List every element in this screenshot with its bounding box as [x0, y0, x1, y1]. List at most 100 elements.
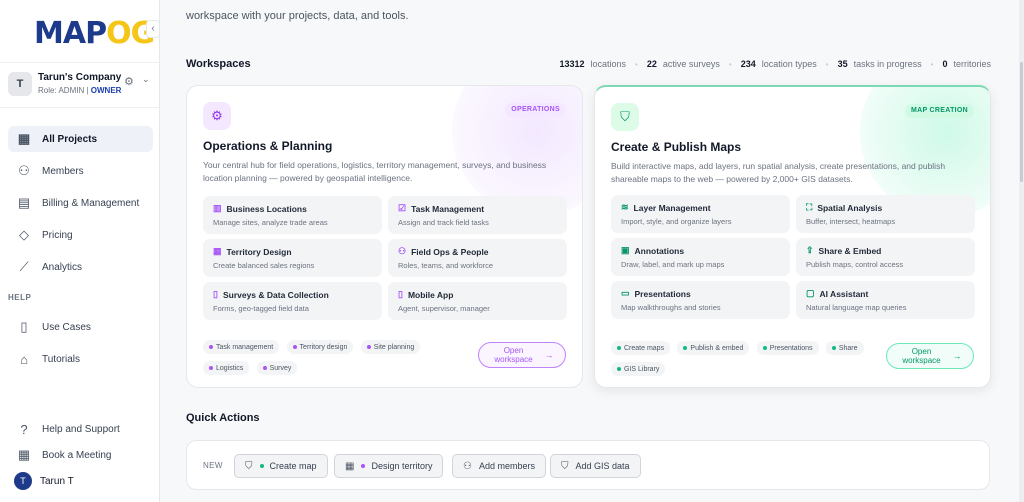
tag: Site planning	[360, 340, 421, 354]
feature-layer-management[interactable]: ≋ Layer Management Import, style, and org…	[611, 195, 790, 233]
workspace-description: Build interactive maps, add layers, run …	[611, 161, 946, 184]
workspace-title: Operations & Planning	[203, 139, 333, 153]
tag-dot	[292, 345, 297, 349]
feature-subtitle: Assign and track field tasks	[398, 218, 489, 227]
feature-ai-assistant[interactable]: ▢ AI Assistant Natural language map queri…	[796, 281, 975, 319]
logo[interactable]: MAPOG	[34, 16, 155, 51]
tag-label: GIS Library	[624, 365, 660, 373]
tag: Survey	[256, 361, 298, 375]
stat-separator: •	[825, 59, 829, 69]
sidebar-item-all-projects[interactable]: ▦ All Projects	[8, 126, 153, 152]
stat-territories: 0 territories	[942, 59, 991, 69]
feature-mobile-app[interactable]: ▯ Mobile App Agent, supervisor, manager	[388, 282, 567, 320]
workspace-tags: Task management Territory design Site pl…	[203, 338, 473, 380]
book-icon: ▯	[20, 319, 28, 334]
feature-field-ops[interactable]: ⚇ Field Ops & People Roles, teams, and wo…	[388, 239, 567, 277]
stat-separator: •	[728, 59, 732, 69]
share-icon: ⇪	[806, 245, 814, 255]
tag-dot	[762, 346, 767, 350]
feature-annotations[interactable]: ▣ Annotations Draw, label, and mark up ma…	[611, 238, 790, 276]
workspace-title: Create & Publish Maps	[611, 140, 742, 154]
feature-surveys[interactable]: ▯ Surveys & Data Collection Forms, geo-ta…	[203, 282, 382, 320]
sidebar-item-members[interactable]: ⚇ Members	[8, 158, 153, 184]
feature-title: Field Ops & People	[411, 246, 489, 257]
map-icon: ⛉	[245, 460, 253, 472]
feature-subtitle: Forms, geo-tagged field data	[213, 304, 309, 313]
feature-title: Presentations	[634, 288, 691, 299]
sidebar-item-pricing[interactable]: ◇ Pricing	[8, 222, 153, 248]
tag-dot	[262, 366, 267, 370]
sidebar-item-label: Billing & Management	[42, 197, 140, 209]
sidebar-item-help-support[interactable]: ? Help and Support	[8, 416, 153, 442]
workspaces-heading: Workspaces	[186, 58, 251, 70]
clipboard-icon: ▯	[213, 289, 218, 299]
feature-presentations[interactable]: ▭ Presentations Map walkthroughs and stor…	[611, 281, 790, 319]
company-name: Tarun's Company	[38, 72, 122, 83]
open-workspace-button[interactable]: Open workspace →	[886, 343, 974, 369]
company-switcher[interactable]: T Tarun's Company Role: ADMIN | OWNER ⚙ …	[0, 62, 160, 108]
sidebar-item-analytics[interactable]: ⟋ Analytics	[8, 254, 153, 280]
stat-label: locations	[590, 59, 627, 69]
arrow-right-icon: →	[952, 350, 962, 361]
scrollbar[interactable]	[1019, 0, 1024, 502]
feature-title: Layer Management	[633, 202, 711, 213]
scrollbar-thumb[interactable]	[1020, 62, 1023, 182]
user-profile[interactable]: T Tarun T	[14, 472, 74, 490]
logo-main: MAP	[34, 16, 107, 51]
button-label: Open workspace	[902, 347, 941, 365]
workspace-badge: MAP CREATION	[904, 104, 974, 118]
tag-label: Task management	[216, 343, 274, 351]
tag-icon: ◇	[19, 227, 29, 242]
feature-share-embed[interactable]: ⇪ Share & Embed Publish maps, control acc…	[796, 238, 975, 276]
feature-spatial-analysis[interactable]: ⛶ Spatial Analysis Buffer, intersect, hea…	[796, 195, 975, 233]
tag-dot	[617, 346, 621, 350]
sidebar-item-label: Help and Support	[42, 423, 120, 435]
create-map-button[interactable]: ⛉ Create map	[234, 454, 328, 478]
sidebar-item-book-meeting[interactable]: ▦ Book a Meeting	[8, 442, 153, 468]
tag-label: Site planning	[373, 343, 415, 351]
button-label: Add GIS data	[575, 461, 630, 471]
feature-task-management[interactable]: ☑ Task Management Assign and track field …	[388, 196, 567, 234]
calendar-icon: ▦	[17, 447, 31, 462]
user-name: Tarun T	[40, 475, 74, 487]
grid-icon: ▦	[345, 460, 355, 472]
workspace-card-map-creation[interactable]: ⛉ MAP CREATION Create & Publish Maps Bui…	[594, 85, 991, 388]
feature-subtitle: Draw, label, and mark up maps	[621, 260, 725, 269]
feature-subtitle: Map walkthroughs and stories	[621, 303, 721, 312]
invoice-icon: ▤	[17, 195, 31, 210]
stat-active-surveys: 22 active surveys	[647, 59, 720, 69]
collapse-sidebar-button[interactable]: ‹	[146, 20, 160, 38]
tag: Publish & embed	[677, 341, 750, 355]
monitor-icon: ▭	[621, 288, 630, 298]
workspace-card-operations[interactable]: ⚙ OPERATIONS Operations & Planning Your …	[186, 85, 583, 388]
chevron-down-icon[interactable]: ⌄	[142, 74, 150, 85]
feature-subtitle: Manage sites, analyze trade areas	[213, 218, 328, 227]
button-label: Create map	[269, 461, 317, 471]
stat-tasks-in-progress: 35 tasks in progress	[838, 59, 922, 69]
sidebar-item-billing[interactable]: ▤ Billing & Management	[8, 190, 153, 216]
stat-value: 13312	[559, 59, 585, 69]
feature-business-locations[interactable]: ▥ Business Locations Manage sites, analyz…	[203, 196, 382, 234]
chat-icon: ▢	[806, 288, 815, 298]
add-members-button[interactable]: ⚇ Add members	[452, 454, 546, 478]
graduation-cap-icon: ⌂	[20, 351, 28, 367]
open-workspace-button[interactable]: Open workspace →	[478, 342, 566, 368]
gear-icon[interactable]: ⚙	[124, 75, 134, 88]
feature-territory-design[interactable]: ▦ Territory Design Create balanced sales …	[203, 239, 382, 277]
trend-icon: ⟋	[19, 259, 29, 274]
feature-subtitle: Create balanced sales regions	[213, 261, 315, 270]
feature-title: Mobile App	[407, 289, 454, 300]
help-circle-icon: ?	[20, 421, 28, 437]
sidebar-item-use-cases[interactable]: ▯ Use Cases	[8, 314, 153, 340]
role-owner: OWNER	[90, 86, 122, 95]
feature-title: Task Management	[411, 203, 485, 214]
add-gis-data-button[interactable]: ⛉ Add GIS data	[550, 454, 641, 478]
design-territory-button[interactable]: ▦ Design territory	[334, 454, 444, 478]
sidebar-item-tutorials[interactable]: ⌂ Tutorials	[8, 346, 153, 372]
gear-icon: ⚙	[203, 102, 231, 130]
avatar: T	[14, 472, 32, 490]
stat-label: territories	[953, 59, 991, 69]
tag: Presentations	[756, 341, 819, 355]
feature-title: AI Assistant	[819, 288, 869, 299]
help-section-heading: HELP	[8, 293, 32, 302]
